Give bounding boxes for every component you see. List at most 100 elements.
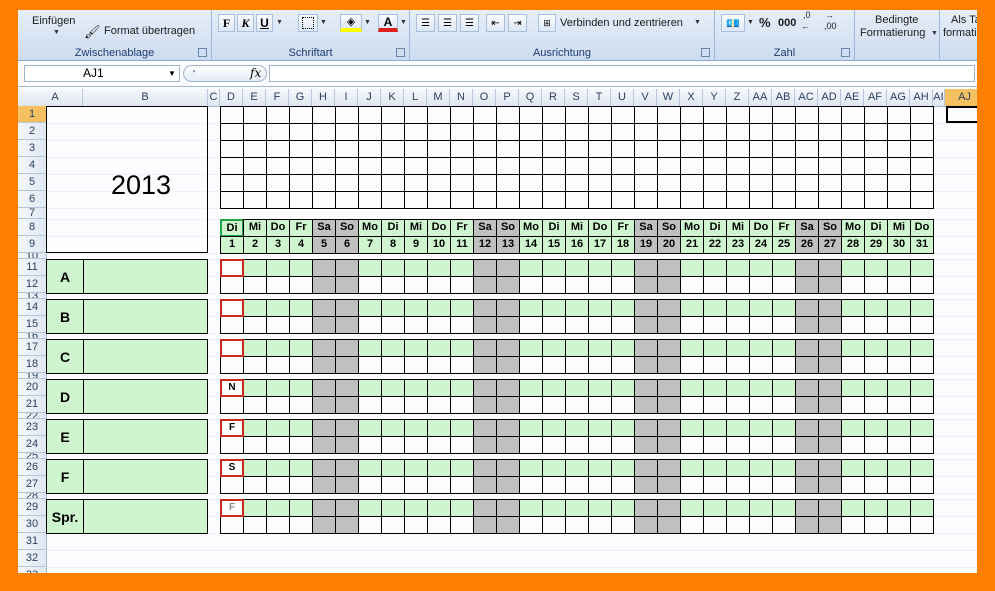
schedule-cell[interactable] — [427, 436, 451, 454]
schedule-cell[interactable] — [450, 516, 474, 534]
schedule-cell[interactable] — [243, 356, 267, 374]
schedule-cell[interactable] — [450, 436, 474, 454]
grid-cell[interactable] — [519, 157, 543, 175]
grid-cell[interactable] — [680, 174, 704, 192]
schedule-cell[interactable] — [680, 419, 704, 437]
grid-cell[interactable] — [289, 123, 313, 141]
grid-cell[interactable] — [565, 140, 589, 158]
schedule-cell[interactable] — [841, 419, 865, 437]
grid-cell[interactable] — [703, 140, 727, 158]
grid-cell[interactable] — [266, 191, 290, 209]
schedule-cell[interactable] — [772, 299, 796, 317]
schedule-cell[interactable] — [634, 499, 658, 517]
schedule-cell[interactable] — [841, 356, 865, 374]
schedule-cell[interactable] — [381, 356, 405, 374]
schedule-cell[interactable] — [243, 339, 267, 357]
schedule-cell[interactable] — [404, 339, 428, 357]
shift-marker[interactable] — [220, 339, 244, 357]
schedule-cell[interactable] — [312, 476, 336, 494]
schedule-cell[interactable] — [381, 276, 405, 294]
grid-cell[interactable] — [703, 106, 727, 124]
grid-cell[interactable] — [588, 174, 612, 192]
schedule-cell[interactable] — [335, 356, 359, 374]
schedule-cell[interactable] — [220, 516, 244, 534]
grid-cell[interactable] — [887, 174, 911, 192]
schedule-cell[interactable] — [726, 299, 750, 317]
grid-cell[interactable] — [703, 174, 727, 192]
schedule-cell[interactable] — [358, 436, 382, 454]
schedule-cell[interactable] — [726, 339, 750, 357]
grid-cell[interactable] — [910, 106, 934, 124]
schedule-cell[interactable] — [703, 339, 727, 357]
schedule-cell[interactable] — [841, 276, 865, 294]
schedule-cell[interactable] — [634, 276, 658, 294]
schedule-cell[interactable] — [749, 419, 773, 437]
schedule-cell[interactable] — [427, 459, 451, 477]
grid-cell[interactable] — [795, 106, 819, 124]
grid-cell[interactable] — [335, 123, 359, 141]
schedule-cell[interactable] — [473, 436, 497, 454]
schedule-cell[interactable] — [565, 316, 589, 334]
schedule-cell[interactable] — [910, 499, 934, 517]
active-cell-aj1[interactable] — [946, 106, 977, 123]
schedule-cell[interactable] — [680, 316, 704, 334]
schedule-cell[interactable] — [772, 379, 796, 397]
schedule-cell[interactable] — [358, 339, 382, 357]
schedule-cell[interactable] — [588, 339, 612, 357]
grid-cell[interactable] — [634, 191, 658, 209]
schedule-cell[interactable] — [749, 339, 773, 357]
schedule-cell[interactable] — [772, 339, 796, 357]
schedule-cell[interactable] — [565, 396, 589, 414]
grid-cell[interactable] — [841, 106, 865, 124]
schedule-cell[interactable] — [542, 299, 566, 317]
schedule-cell[interactable] — [381, 516, 405, 534]
grid-cell[interactable] — [657, 157, 681, 175]
grid-cell[interactable] — [634, 123, 658, 141]
grid-cell[interactable] — [611, 140, 635, 158]
group-name-cell-4[interactable] — [83, 379, 208, 414]
schedule-cell[interactable] — [542, 379, 566, 397]
schedule-cell[interactable] — [266, 379, 290, 397]
schedule-cell[interactable] — [588, 436, 612, 454]
group-name-cell-3[interactable] — [83, 339, 208, 374]
grid-cell[interactable] — [749, 157, 773, 175]
schedule-cell[interactable] — [243, 476, 267, 494]
grid-cell[interactable] — [473, 140, 497, 158]
schedule-cell[interactable] — [910, 379, 934, 397]
schedule-cell[interactable] — [634, 436, 658, 454]
grid-cell[interactable] — [243, 157, 267, 175]
grid-cell[interactable] — [864, 191, 888, 209]
grid-cell[interactable] — [726, 140, 750, 158]
schedule-cell[interactable] — [588, 356, 612, 374]
schedule-cell[interactable] — [220, 476, 244, 494]
grid-cell[interactable] — [358, 157, 382, 175]
schedule-cell[interactable] — [772, 316, 796, 334]
schedule-cell[interactable] — [565, 379, 589, 397]
schedule-cell[interactable] — [243, 459, 267, 477]
grid-cell[interactable] — [818, 106, 842, 124]
grid-cell[interactable] — [841, 123, 865, 141]
schedule-cell[interactable] — [565, 259, 589, 277]
grid-cell[interactable] — [404, 140, 428, 158]
schedule-cell[interactable] — [427, 516, 451, 534]
schedule-cell[interactable] — [887, 436, 911, 454]
grid-cell[interactable] — [864, 123, 888, 141]
grid-cell[interactable] — [864, 140, 888, 158]
schedule-cell[interactable] — [703, 499, 727, 517]
schedule-cell[interactable] — [887, 276, 911, 294]
grid-cell[interactable] — [427, 140, 451, 158]
grid-cell[interactable] — [496, 106, 520, 124]
schedule-cell[interactable] — [703, 259, 727, 277]
grid-cell[interactable] — [611, 174, 635, 192]
schedule-cell[interactable] — [680, 259, 704, 277]
schedule-cell[interactable] — [910, 316, 934, 334]
grid-cell[interactable] — [335, 157, 359, 175]
grid-cell[interactable] — [795, 157, 819, 175]
schedule-cell[interactable] — [864, 316, 888, 334]
schedule-cell[interactable] — [289, 476, 313, 494]
grid-cell[interactable] — [588, 191, 612, 209]
schedule-cell[interactable] — [611, 316, 635, 334]
schedule-cell[interactable] — [657, 356, 681, 374]
group-name-cell-5[interactable] — [83, 419, 208, 454]
schedule-cell[interactable] — [565, 356, 589, 374]
